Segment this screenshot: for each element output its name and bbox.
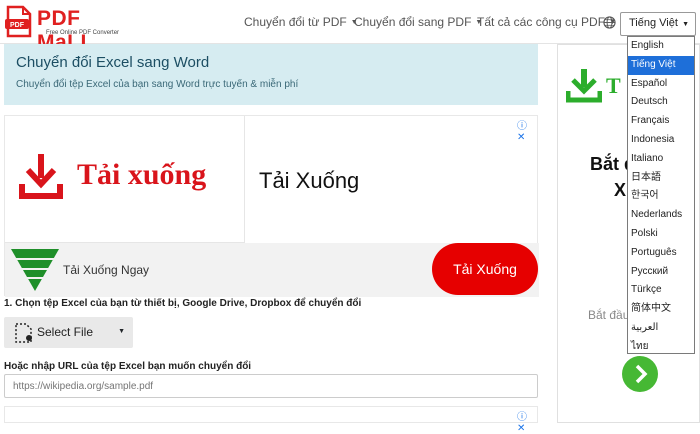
sidebar-go-button[interactable] [622,356,658,392]
language-select-value: Tiếng Việt [629,17,678,29]
language-option-english[interactable]: English [628,37,694,56]
ad-download-text: Tải xuống [77,158,207,191]
page-title: Chuyển đổi Excel sang Word [16,54,210,71]
language-select[interactable]: Tiếng Việt ▼ [620,12,696,36]
language-option-dutch[interactable]: Nederlands [628,206,694,225]
nav-convert-to-pdf[interactable]: Chuyển đổi sang PDF ▼ [354,15,482,29]
adchoices-icon[interactable]: ⓘ ✕ [517,117,537,143]
chevron-right-icon [635,364,648,384]
ad-download-row[interactable]: Tải Xuống Ngay Tải Xuống [5,243,539,297]
download-arrow-icon [19,154,63,199]
adchoices-icon[interactable]: ⓘ ✕ [517,408,537,434]
page-subtitle: Chuyển đổi tệp Excel của bạn sang Word t… [16,79,299,90]
green-funnel-icon [11,249,59,291]
url-label: Hoặc nhập URL của tệp Excel bạn muốn chu… [4,361,252,372]
language-option-turkish[interactable]: Türkçe [628,281,694,300]
language-option-italian[interactable]: Italiano [628,150,694,169]
advertisement-banner-2[interactable]: ⓘ ✕ [4,406,538,434]
sidebar-logo-text: T [606,73,621,98]
page-hero: Chuyển đổi Excel sang Word Chuyển đổi tệ… [4,44,538,105]
language-option-vietnamese[interactable]: Tiếng Việt [628,55,694,75]
language-option-portuguese[interactable]: Português [628,244,694,263]
nav-convert-from-pdf[interactable]: Chuyển đổi từ PDF ▼ [244,15,358,29]
language-option-german[interactable]: Deutsch [628,93,694,112]
ad-row-text: Tải Xuống Ngay [63,263,150,277]
language-option-thai[interactable]: ไทย [628,338,694,357]
nav-label: Chuyển đổi từ PDF [244,15,347,29]
svg-text:PDF: PDF [10,22,25,29]
language-option-arabic[interactable]: العربية [628,319,694,338]
nav-label: Chuyển đổi sang PDF [354,15,472,29]
logo-tagline: Free Online PDF Converter [46,30,120,36]
ad-download-button[interactable]: Tải Xuống [432,243,538,295]
language-option-japanese[interactable]: 日本語 [628,169,694,188]
ad-download-card[interactable]: Tải xuống [5,116,245,243]
globe-icon [603,16,616,29]
language-option-russian[interactable]: Русский [628,263,694,282]
language-option-korean[interactable]: 한국어 [628,187,694,206]
nav-label: Tất cả các công cụ PDF [477,15,606,29]
top-navigation-bar: PDF PDF MaLL Free Online PDF Converter C… [0,0,700,54]
language-option-chinese[interactable]: 简体中文 [628,300,694,319]
download-arrow-icon [566,69,602,103]
caret-down-icon: ▼ [682,21,689,28]
language-option-indonesian[interactable]: Indonesia [628,131,694,150]
language-dropdown-list: English Tiếng Việt Español Deutsch Franç… [627,36,695,354]
advertisement-banner[interactable]: Tải xuống Tải Xuống ⓘ ✕ Tải Xuống Ngay T… [4,115,539,297]
language-option-french[interactable]: Français [628,112,694,131]
dashed-file-icon [15,323,32,343]
language-option-polish[interactable]: Polski [628,225,694,244]
url-input[interactable] [4,374,538,398]
caret-down-icon[interactable]: ▼ [118,328,125,335]
select-file-label: Select File [37,325,94,339]
step-1-label: 1. Chọn tệp Excel của bạn từ thiết bị, G… [4,298,362,309]
pdfmall-logo[interactable]: PDF PDF MaLL Free Online PDF Converter [4,5,139,54]
select-file-button[interactable]: Select File ▼ [4,317,133,348]
ad-download-heading: Tải Xuống [259,168,360,193]
sidebar-muted-text: Bắt đầu [588,308,630,322]
language-option-spanish[interactable]: Español [628,75,694,94]
pdf-file-logo-icon: PDF [5,5,32,38]
nav-all-pdf-tools[interactable]: Tất cả các công cụ PDF ▼ [477,15,616,29]
